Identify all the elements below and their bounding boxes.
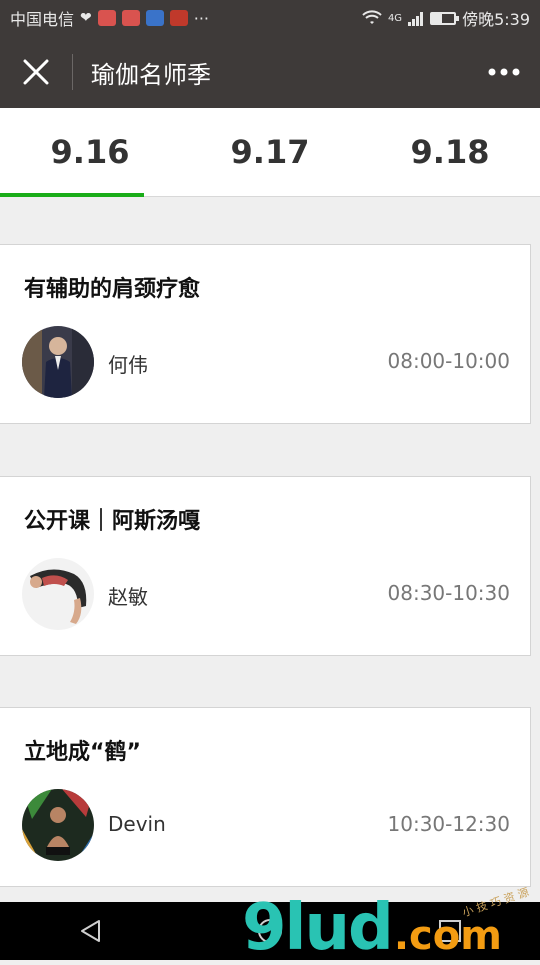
course-card[interactable]: 公开课｜阿斯汤嘎 赵敏 08:30-10:30 [0,476,531,656]
network-type-label: 4G [387,12,403,24]
tab-date-1[interactable]: 9.16 [0,108,180,196]
map-notification-icon [121,10,140,26]
teacher-name: 赵敏 [108,585,148,609]
teacher-avatar [22,326,94,398]
teacher-avatar [22,558,94,630]
status-bar-left: 中国电信 ❤ ··· [10,6,209,30]
teacher-name: Devin [108,812,166,836]
battery-icon [430,11,460,25]
more-icon [488,68,520,76]
course-card[interactable]: 有辅助的肩颈疗愈 何伟 08:00-10:00 [0,244,531,424]
course-card[interactable]: 立地成“鹤” Devin 10:30-12:30 [0,707,531,887]
teacher-name: 何伟 [108,353,148,377]
more-options-button[interactable] [468,36,540,108]
nav-recents-button[interactable] [420,902,480,960]
tab-date-2[interactable]: 9.17 [180,108,360,196]
home-circle-icon [258,919,282,943]
nav-home-button[interactable] [240,902,300,960]
course-title: 立地成“鹤” [24,740,141,765]
health-icon: ❤ [80,10,92,26]
more-notifications-indicator: ··· [193,8,210,28]
teacher-avatar [22,789,94,861]
date-tabs: 9.16 9.17 9.18 [0,108,540,197]
course-time: 10:30-12:30 [387,812,511,836]
close-button[interactable] [0,36,72,108]
wifi-icon [362,10,382,24]
tab-date-1-label: 9.16 [50,133,130,171]
carrier-label: 中国电信 [10,10,75,29]
signal-icon [408,12,424,26]
tab-date-3-label: 9.18 [410,133,490,171]
page-title: 瑜伽名师季 [91,60,211,89]
nav-back-button[interactable] [60,902,120,960]
course-title: 公开课｜阿斯汤嘎 [24,509,201,534]
course-time: 08:00-10:00 [387,349,511,373]
status-bar-right: 4G 傍晚5:39 [362,6,530,30]
tab-date-2-label: 9.17 [230,133,310,171]
app-notification-icon [97,10,116,26]
recents-square-icon [439,920,461,942]
news-notification-icon [169,10,188,26]
status-bar: 中国电信 ❤ ··· 4G 傍晚5:39 [0,0,540,36]
course-title: 有辅助的肩颈疗愈 [24,277,201,302]
close-icon [23,59,49,85]
back-triangle-icon [81,920,100,942]
title-divider [72,54,73,90]
system-navigation-bar [0,902,540,960]
baidu-notification-icon [145,10,164,26]
tab-date-3[interactable]: 9.18 [360,108,540,196]
title-bar: 瑜伽名师季 [0,36,540,108]
clock-label: 傍晚5:39 [462,10,530,29]
active-tab-indicator [0,193,144,197]
course-time: 08:30-10:30 [387,581,511,605]
